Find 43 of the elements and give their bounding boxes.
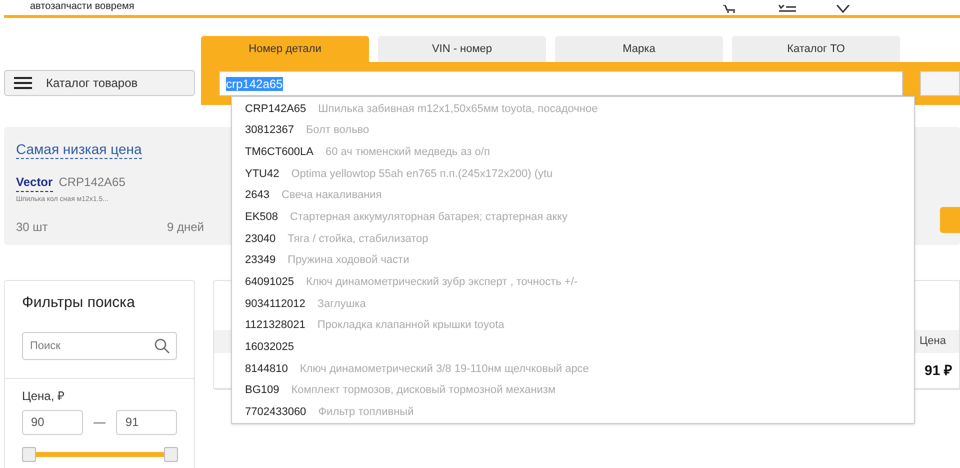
price-from-field[interactable]: 90 [22, 410, 83, 434]
suggestion-item[interactable]: 7702433060 Фильтр топливный [232, 401, 914, 424]
filter-search-field[interactable]: Поиск [22, 332, 177, 360]
price-to-field[interactable]: 91 [116, 410, 177, 434]
suggestion-item[interactable]: 64091025 Ключ динамометрический зубр эксперт , точность +/- [232, 271, 914, 294]
suggestion-item[interactable]: EK508 Стартерная аккумуляторная батарея; стартерная акку [232, 206, 914, 228]
search-tab[interactable]: Каталог ТО [732, 36, 900, 62]
suggestion-item[interactable]: BG109 Комплект тормозов, дисковый тормозной механизм [232, 380, 914, 402]
suggestion-item[interactable]: 23040 Тяга / стойка, стабилизатор [232, 228, 914, 250]
stock-quantity: 30 шт [16, 218, 48, 236]
delivery-time: 9 дней [166, 218, 204, 236]
site-tagline: автозапчасти вовремя [30, 1, 134, 13]
suggestion-item[interactable]: 23349 Пружина ходовой части [232, 250, 914, 272]
search-button[interactable] [920, 71, 960, 96]
slider-handle[interactable] [164, 446, 178, 462]
article-number: CRP142A65 [58, 174, 126, 191]
search-tab[interactable]: VIN - номер [378, 36, 546, 62]
suggestion-item[interactable]: 8144810 Ключ динамометрический 3/8 19-110нм щелчковый арсе [232, 358, 914, 380]
search-tab[interactable]: Номер детали [201, 36, 369, 62]
suggestion-item[interactable]: 2643 Свеча накаливания [232, 184, 914, 206]
suggestion-item[interactable]: TM6CT600LA 60 ач тюменский медведь аз о/п [232, 141, 914, 164]
price-slider[interactable] [22, 446, 178, 462]
suggestion-item[interactable]: 30812367 Болт вольво [232, 120, 914, 142]
search-icon [154, 338, 170, 354]
suggestion-item[interactable]: 16032025 [232, 336, 914, 358]
brand-link[interactable]: Vector [16, 173, 53, 192]
order-button[interactable] [940, 207, 960, 233]
suggestion-item[interactable]: CRP142A65 Шпилька забивная m12x1,50x65мм toyota, посадочное [232, 98, 914, 120]
filters-title: Фильтры поиска [22, 293, 136, 313]
menu-icon [14, 77, 32, 89]
suggestion-item[interactable]: YTU42 Optima yellowtop 55ah en765 п.п.(245x172x200) (ytu [232, 163, 914, 185]
slider-handle[interactable] [22, 446, 36, 462]
catalog-button[interactable]: Каталог товаров [4, 70, 195, 96]
column-heading: Цена [920, 334, 946, 350]
range-dash: — [92, 414, 106, 431]
price-label: Цена, ₽ [22, 388, 66, 404]
suggestion-item[interactable]: 1121328021 Прокладка клапанной крышки toyota [232, 314, 914, 336]
offer-title[interactable]: Самая низкая цена [16, 141, 142, 159]
search-tab[interactable]: Марка [555, 36, 723, 62]
list-icon[interactable] [778, 5, 796, 13]
suggestion-item[interactable]: 9034112012 Заглушка [232, 293, 914, 315]
price-cell-text: 91 ₽ [924, 361, 952, 380]
cart-icon[interactable] [722, 5, 738, 13]
